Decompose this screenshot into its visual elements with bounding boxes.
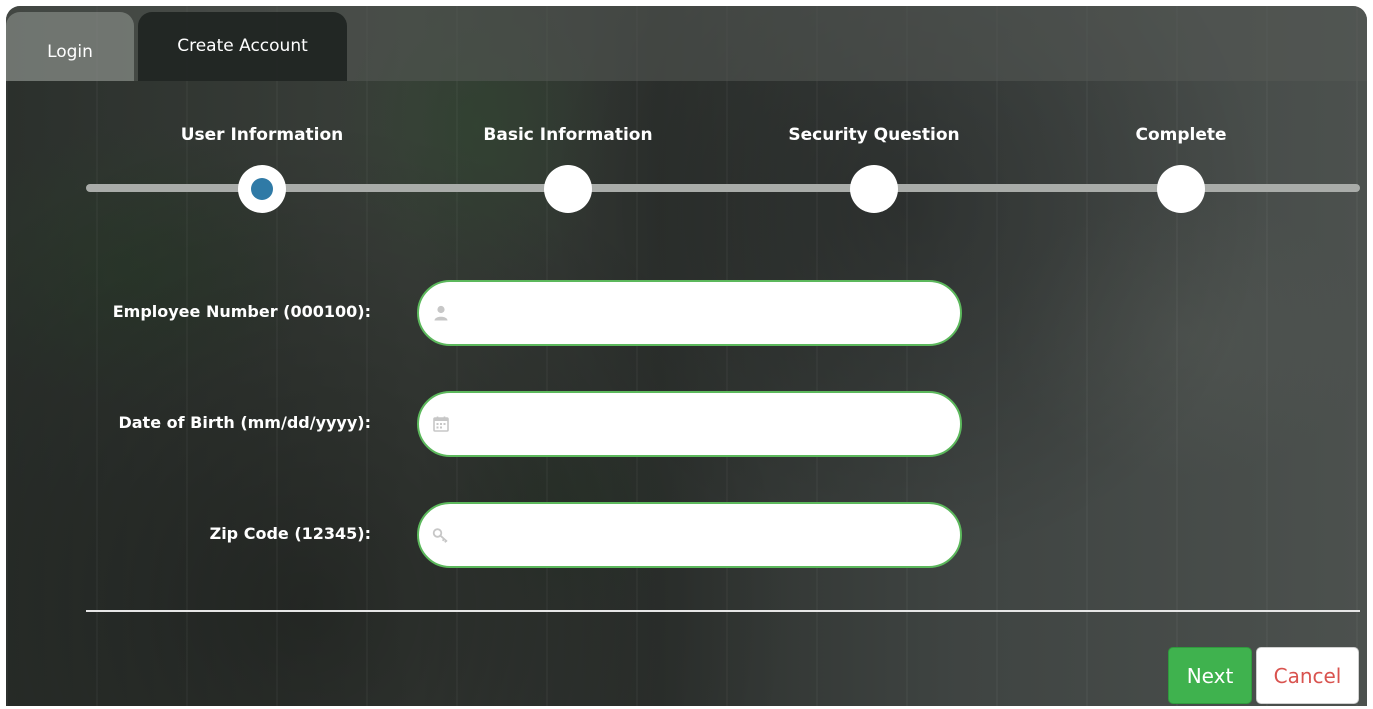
zip-code-input[interactable] (463, 514, 947, 558)
step-label-security-question: Security Question (788, 125, 960, 145)
tab-create-account-label: Create Account (177, 36, 308, 56)
current-step-indicator (251, 178, 273, 200)
step-progress: User Information Basic Information Secur… (6, 81, 1367, 241)
step-label-basic-information: Basic Information (483, 125, 653, 145)
zip-code-label: Zip Code (12345): (209, 524, 371, 543)
date-of-birth-input[interactable] (463, 403, 947, 447)
form-divider (86, 610, 1360, 612)
step-label-user-information: User Information (180, 125, 344, 145)
key-icon (432, 528, 448, 543)
step-label-complete: Complete (1135, 125, 1227, 145)
date-of-birth-field[interactable] (417, 391, 962, 457)
tab-login[interactable]: Login (6, 12, 134, 81)
step-dot-basic-information[interactable] (544, 165, 592, 213)
calendar-icon (433, 416, 449, 432)
date-of-birth-row: Date of Birth (mm/dd/yyyy): (6, 391, 1367, 457)
step-dot-security-question[interactable] (850, 165, 898, 213)
employee-number-field[interactable] (417, 280, 962, 346)
step-dot-user-information[interactable] (238, 165, 286, 213)
step-dot-complete[interactable] (1157, 165, 1205, 213)
date-of-birth-label: Date of Birth (mm/dd/yyyy): (118, 413, 371, 432)
tab-create-account[interactable]: Create Account (138, 12, 347, 81)
zip-code-row: Zip Code (12345): (6, 502, 1367, 568)
user-icon (434, 305, 448, 321)
employee-number-input[interactable] (463, 292, 947, 336)
create-account-panel: Login Create Account User Information Ba… (6, 6, 1367, 706)
employee-number-label: Employee Number (000100): (112, 302, 371, 321)
tab-bar: Login Create Account (6, 6, 1367, 81)
tab-login-label: Login (47, 42, 93, 62)
cancel-button[interactable]: Cancel (1256, 647, 1359, 704)
zip-code-field[interactable] (417, 502, 962, 568)
employee-number-row: Employee Number (000100): (6, 280, 1367, 346)
next-button[interactable]: Next (1168, 647, 1252, 704)
